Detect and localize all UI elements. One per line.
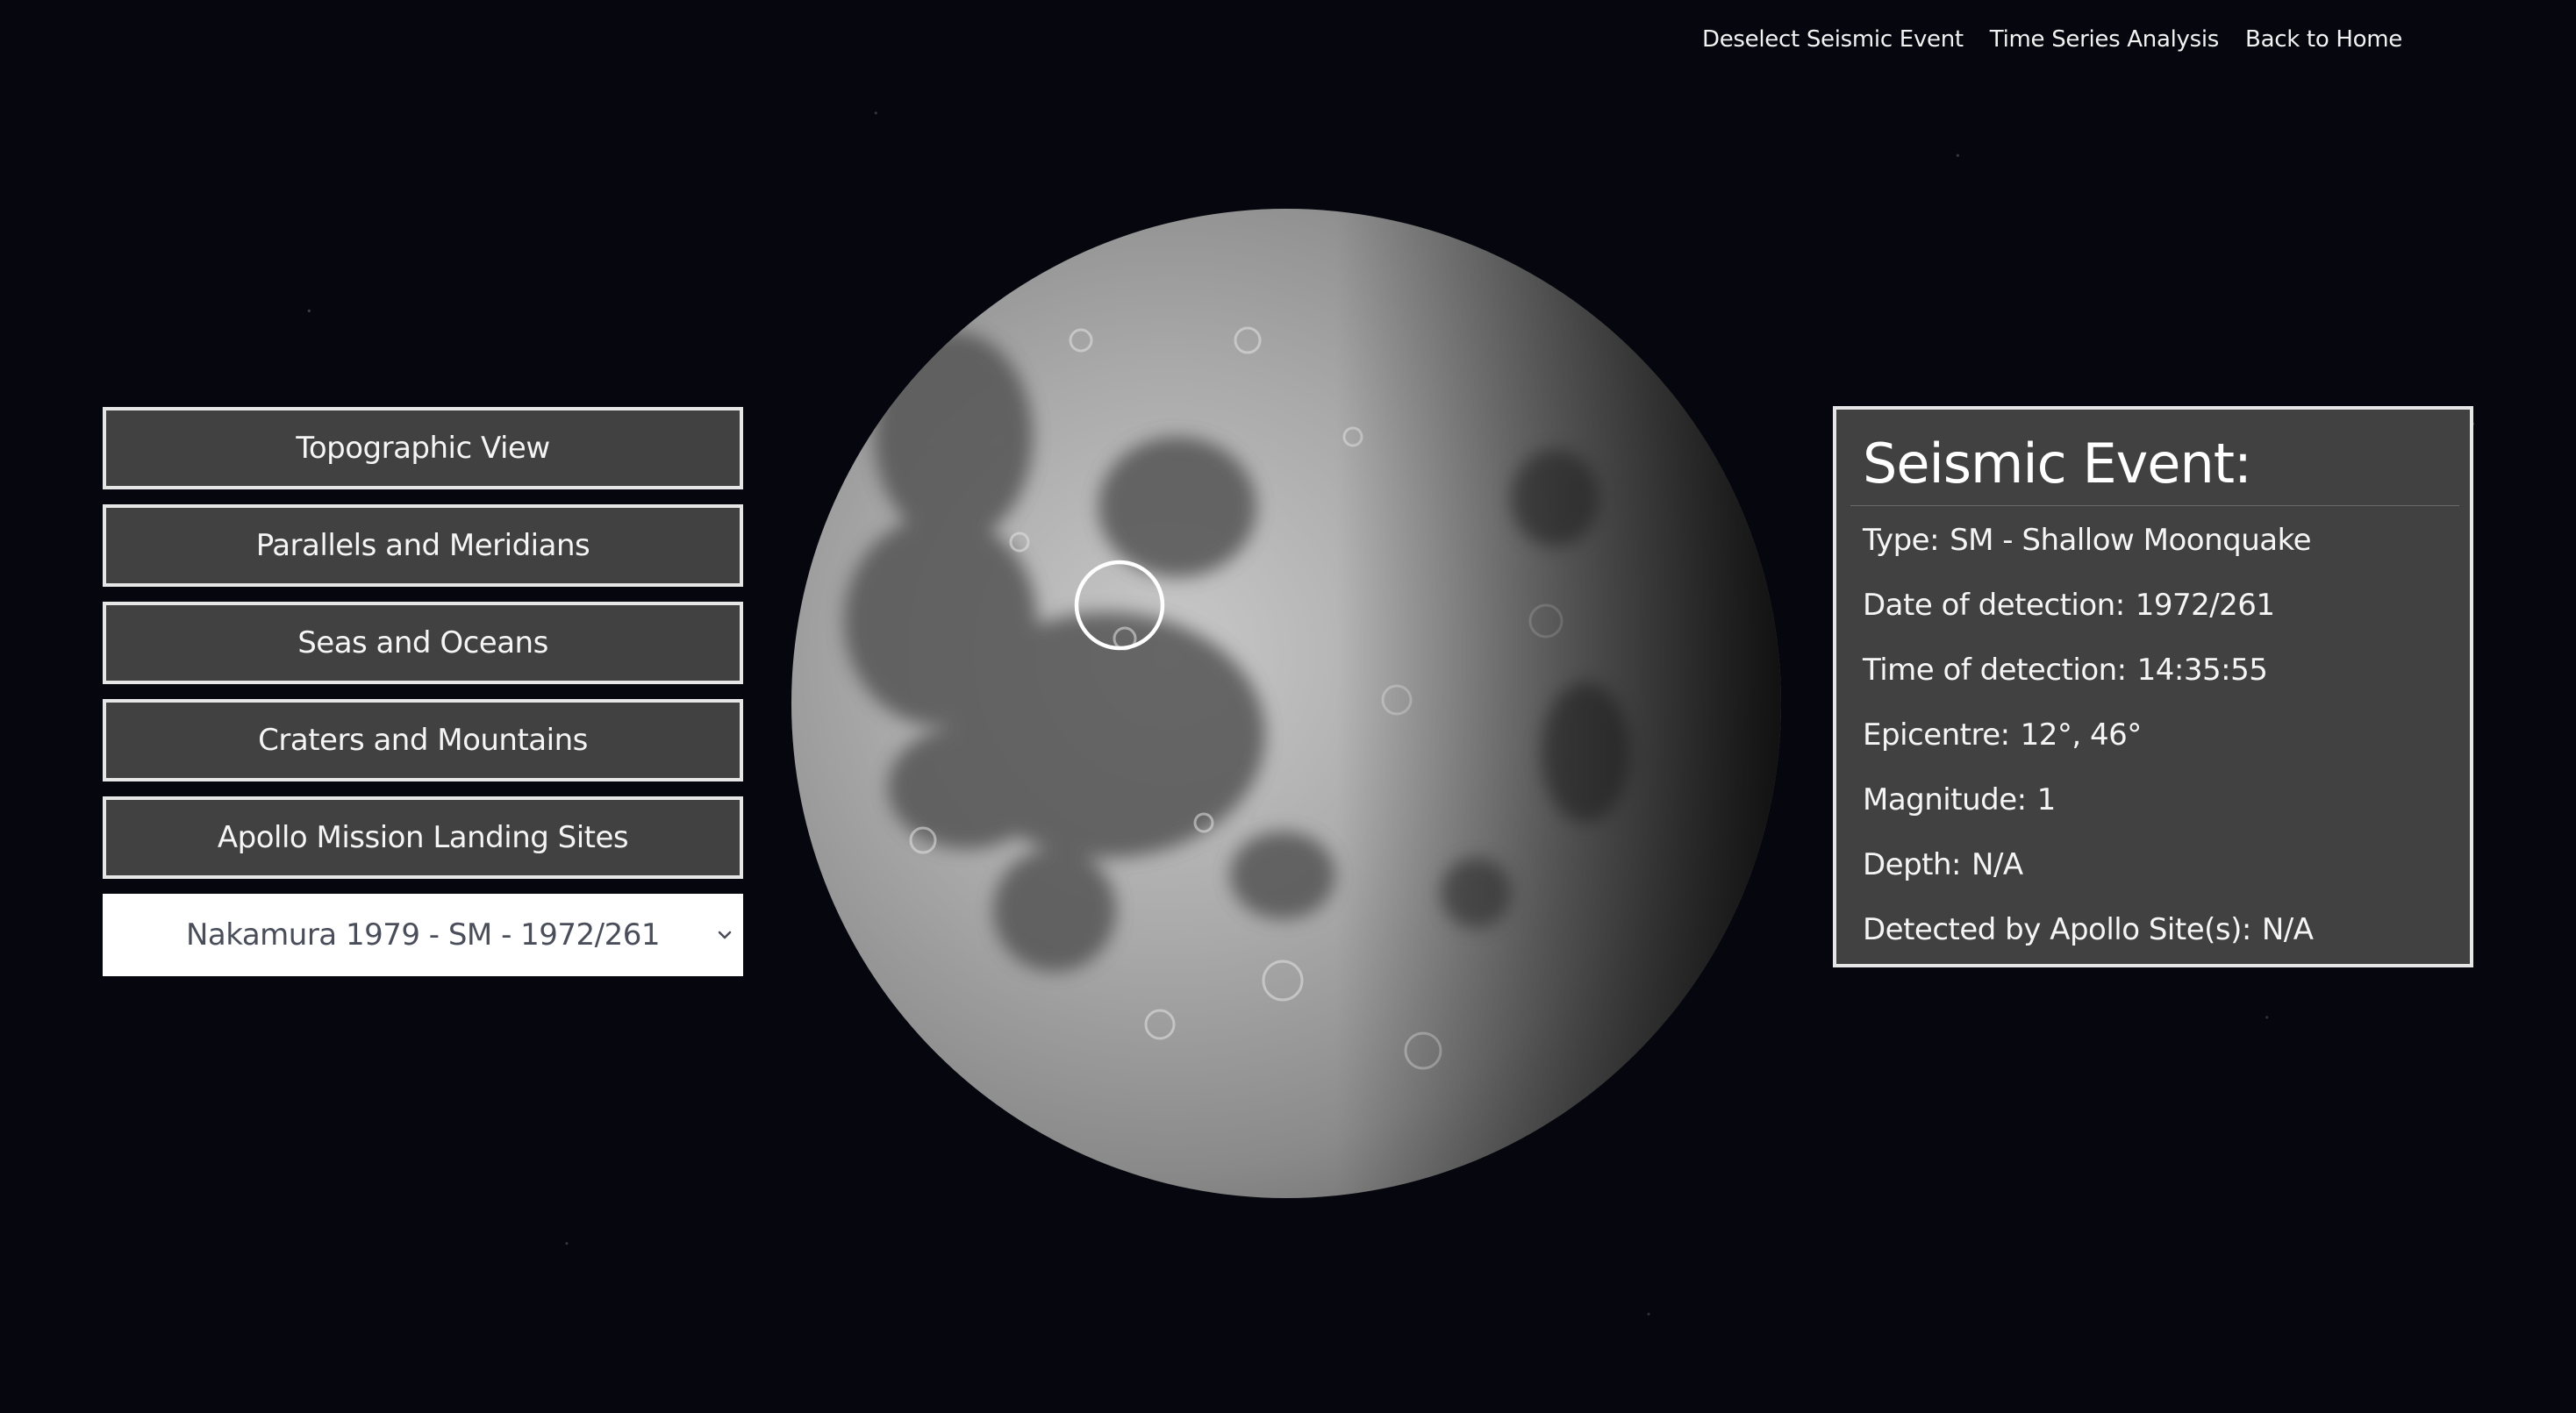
event-depth-label: Depth: — [1863, 847, 1962, 883]
event-epicentre-row: Epicentre: 12°, 46° — [1863, 718, 2456, 783]
deselect-seismic-event-link[interactable]: Deselect Seismic Event — [1702, 26, 1964, 53]
time-series-analysis-link[interactable]: Time Series Analysis — [1990, 26, 2220, 53]
event-date-value: 1972/261 — [2135, 588, 2275, 624]
back-to-home-link[interactable]: Back to Home — [2245, 26, 2402, 53]
seas-oceans-button[interactable]: Seas and Oceans — [103, 602, 743, 684]
seismic-event-panel: Seismic Event: Type: SM - Shallow Moonqua… — [1833, 406, 2473, 967]
event-depth-value: N/A — [1971, 847, 2023, 883]
apollo-landing-sites-button[interactable]: Apollo Mission Landing Sites — [103, 796, 743, 879]
event-time-label: Time of detection: — [1863, 653, 2127, 689]
panel-divider — [1850, 505, 2459, 507]
event-epicentre-value: 12°, 46° — [2020, 717, 2143, 753]
event-type-label: Type: — [1863, 523, 1940, 559]
seismic-event-select-value: Nakamura 1979 - SM - 1972/261 — [185, 917, 661, 953]
event-magnitude-value: 1 — [2036, 782, 2057, 818]
event-time-row: Time of detection: 14:35:55 — [1863, 653, 2456, 718]
parallels-meridians-button[interactable]: Parallels and Meridians — [103, 504, 743, 587]
moon-globe[interactable] — [791, 209, 1781, 1198]
craters-mountains-button[interactable]: Craters and Mountains — [103, 699, 743, 781]
chevron-down-icon — [718, 931, 732, 939]
event-epicentre-label: Epicentre: — [1863, 717, 2010, 753]
seismic-event-title: Seismic Event: — [1863, 432, 2252, 496]
layer-menu: Topographic View Parallels and Meridians… — [103, 407, 743, 976]
event-magnitude-row: Magnitude: 1 — [1863, 783, 2456, 848]
event-time-value: 14:35:55 — [2136, 653, 2268, 689]
event-magnitude-label: Magnitude: — [1863, 782, 2027, 818]
event-type-row: Type: SM - Shallow Moonquake — [1863, 524, 2456, 589]
top-navigation: Deselect Seismic Event Time Series Analy… — [1702, 26, 2402, 53]
event-detected-by-row: Detected by Apollo Site(s): N/A — [1863, 913, 2456, 978]
event-detected-by-label: Detected by Apollo Site(s): — [1863, 912, 2251, 948]
event-detected-by-value: N/A — [2261, 912, 2314, 948]
seismic-event-select[interactable]: Nakamura 1979 - SM - 1972/261 — [103, 894, 743, 976]
event-date-row: Date of detection: 1972/261 — [1863, 589, 2456, 653]
event-type-value: SM - Shallow Moonquake — [1950, 523, 2311, 559]
event-depth-row: Depth: N/A — [1863, 848, 2456, 913]
event-date-label: Date of detection: — [1863, 588, 2125, 624]
moon-globe-canvas[interactable] — [791, 209, 1781, 1198]
topographic-view-button[interactable]: Topographic View — [103, 407, 743, 489]
